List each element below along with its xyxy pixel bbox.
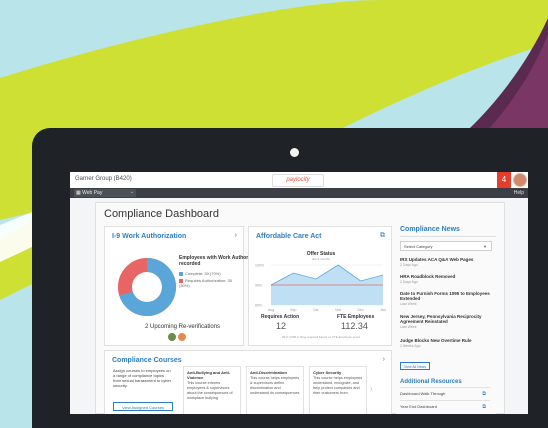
- avatar[interactable]: [513, 173, 527, 187]
- chevron-down-icon[interactable]: ⌄: [130, 189, 134, 195]
- aca-footnote: 2017 1095-C filing required based on FTE…: [281, 335, 361, 339]
- news-title: Compliance News: [400, 226, 460, 233]
- fte-label: FTE Employees: [337, 314, 375, 320]
- resource-item[interactable]: Year End Dashboard ⧉: [400, 400, 490, 413]
- y-tick-label: 90%: [255, 284, 262, 288]
- divider: [400, 236, 496, 237]
- webcam: [290, 148, 299, 157]
- x-tick-label: Dec: [357, 308, 363, 312]
- chevron-right-icon[interactable]: ›: [235, 232, 237, 239]
- x-tick-label: Jan: [380, 308, 386, 312]
- news-item[interactable]: HRA Roadblock Removed 2 Days Ago: [400, 274, 492, 284]
- top-bar: Garner Group (B420) paylocity 4: [70, 172, 528, 189]
- external-link-icon: ⧉: [482, 404, 486, 410]
- brand-logo: paylocity: [272, 174, 324, 187]
- resource-item[interactable]: Dashboard Walk Through ⧉: [400, 387, 490, 400]
- fte-value: 112.34: [341, 321, 368, 331]
- news-category-select-value: Select Category: [404, 244, 433, 249]
- product-selector[interactable]: ▦ Web Pay: [74, 189, 136, 197]
- requires-action-label: Requires Action: [261, 314, 300, 320]
- notification-badge[interactable]: 4: [497, 172, 511, 188]
- chevron-down-icon: ▼: [483, 244, 487, 249]
- view-assigned-courses-button[interactable]: View Assigned Courses: [113, 402, 173, 411]
- upcoming-reverifications: 2 Upcoming Re-verifications: [145, 324, 221, 330]
- courses-description: Assign courses to employees on a range o…: [113, 368, 172, 388]
- i9-donut-chart: [118, 258, 176, 316]
- course-card[interactable]: Anti-Discrimination This course helps emp…: [246, 366, 304, 414]
- course-card[interactable]: Anti-Bullying and Anti-Violence This cour…: [183, 366, 241, 414]
- news-item[interactable]: IRS Updates ACA Q&A Web Pages 2 Days Ago: [400, 257, 492, 267]
- y-tick-label: 100%: [255, 264, 264, 268]
- resources-title: Additional Resources: [400, 379, 462, 385]
- x-tick-label: Aug: [268, 308, 274, 312]
- page-title: Compliance Dashboard: [104, 208, 219, 220]
- y-tick-label: 80%: [255, 304, 262, 308]
- nav-bar: ▦ Web Pay ⌄ Help: [70, 188, 528, 198]
- offer-status-chart: 100% 90% 80% Aug Sep Oct Nov Dec Jan: [255, 264, 386, 313]
- external-link-icon: ⧉: [482, 391, 486, 397]
- view-all-news-button[interactable]: View All News: [400, 362, 430, 370]
- i9-title[interactable]: I-9 Work Authorization: [112, 233, 186, 240]
- news-item[interactable]: Date to Furnish Forms 1095 to Employees …: [400, 291, 492, 306]
- x-tick-label: Sep: [290, 308, 296, 312]
- chevron-right-icon[interactable]: ›: [370, 384, 373, 393]
- product-label: Web Pay: [82, 190, 103, 196]
- news-item[interactable]: Judge Blocks New Overtime Rule 2 Weeks Ag…: [400, 338, 492, 348]
- x-tick-label: Oct: [313, 308, 318, 312]
- requires-action-value: 12: [276, 321, 287, 331]
- help-link[interactable]: Help: [514, 189, 524, 197]
- avatar[interactable]: [178, 333, 186, 341]
- legend-complete: Complete: 30 (70%): [179, 271, 221, 276]
- aca-card: Affordable Care Act ⧉ Offer Status last …: [248, 226, 392, 346]
- chevron-right-icon[interactable]: ›: [383, 356, 385, 363]
- app-screen: Garner Group (B420) paylocity 4 ▦ Web Pa…: [70, 172, 528, 414]
- courses-title[interactable]: Compliance Courses: [112, 357, 182, 364]
- i9-card: I-9 Work Authorization › Employees with …: [104, 226, 264, 346]
- news-category-select[interactable]: Select Category ▼: [400, 241, 492, 251]
- company-name[interactable]: Garner Group (B420): [75, 176, 132, 182]
- aca-title[interactable]: Affordable Care Act: [256, 233, 321, 240]
- external-link-icon[interactable]: ⧉: [380, 232, 385, 240]
- avatar[interactable]: [168, 333, 176, 341]
- course-card[interactable]: Cyber Security This course helps employee…: [309, 366, 367, 414]
- x-tick-label: Nov: [335, 308, 341, 312]
- legend-requires: Requires Authorization: 30 (30%): [179, 278, 232, 288]
- news-item[interactable]: New Jersey, Pennsylvania Reciprocity Agr…: [400, 314, 492, 329]
